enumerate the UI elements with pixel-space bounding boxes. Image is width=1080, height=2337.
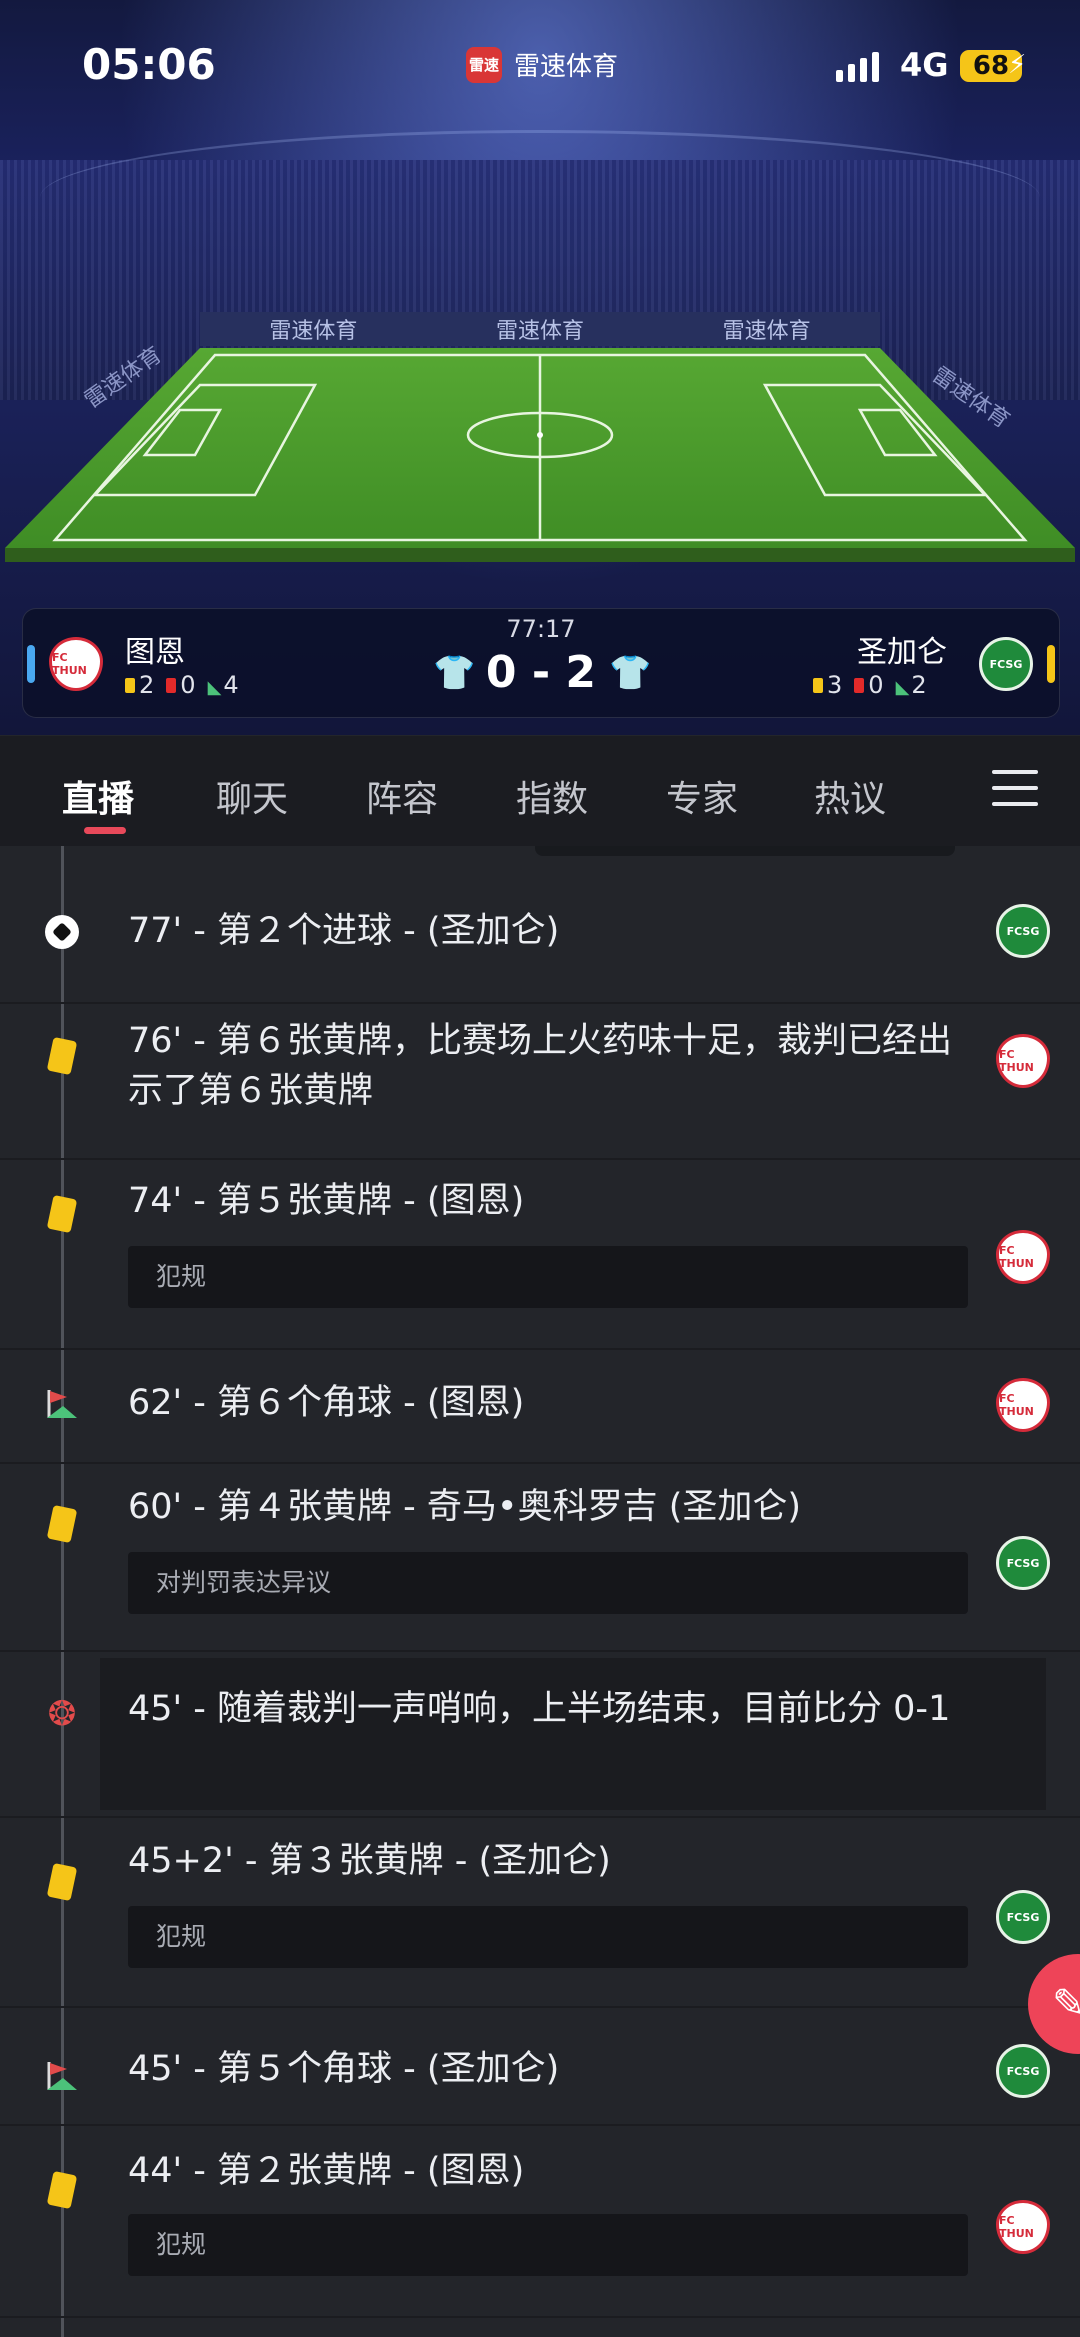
event-note: 犯规: [128, 1906, 968, 1968]
tab-live[interactable]: 直播: [62, 770, 134, 822]
away-corners: ◣2: [895, 671, 927, 699]
event-text: 76' - 第６张黄牌，比赛场上火药味十足，裁判已经出示了第６张黄牌: [128, 1021, 953, 1111]
halftime-box: [100, 1658, 1046, 1810]
event-text: 45' - 第５个角球 - (圣加仑): [128, 2049, 560, 2089]
live-events-feed[interactable]: 77' - 第２个进球 - (圣加仑) FCSG 76' - 第６张黄牌，比赛场…: [0, 846, 1080, 2337]
event-text: 45+2' - 第３张黄牌 - (圣加仑): [128, 1841, 611, 1881]
tab-experts[interactable]: 专家: [666, 770, 738, 822]
soccer-ball-icon: [44, 914, 80, 950]
away-team-name[interactable]: 圣加仑: [857, 627, 947, 671]
tab-bar: 直播 聊天 阵容 指数 专家 热议: [0, 736, 1080, 846]
status-time: 05:06: [82, 40, 216, 89]
signal-icon: [836, 52, 879, 82]
away-shirt-icon: 👕: [609, 653, 652, 693]
tab-chat[interactable]: 聊天: [216, 770, 288, 822]
football-pitch: [5, 348, 1075, 562]
event-note: 犯规: [128, 1246, 968, 1308]
event-row[interactable]: 45' - 第５个角球 - (圣加仑) FCSG: [0, 2008, 1080, 2126]
app-badge: 雷速 雷速体育: [466, 46, 618, 83]
match-scorebar[interactable]: FC THUN 图恩 2 0 ◣4 77:17 👕 0 - 2 👕 圣加仑 FC…: [22, 608, 1060, 718]
away-team-crest: FCSG: [996, 904, 1050, 958]
yellow-card-icon: [44, 1504, 80, 1544]
battery-level: 68: [972, 51, 1010, 81]
whistle-icon: ❂: [47, 1694, 77, 1734]
event-row[interactable]: 74' - 第５张黄牌 - (图恩) 犯规 FC THUN: [0, 1160, 1080, 1350]
home-team-crest: FC THUN: [996, 1034, 1050, 1088]
away-yellow-cards: 3: [813, 671, 842, 699]
app-logo: 雷速: [466, 46, 502, 83]
away-team-crest: FCSG: [996, 1536, 1050, 1590]
event-row[interactable]: ❂ 45' - 随着裁判一声哨响，上半场结束，目前比分 0-1: [0, 1652, 1080, 1818]
event-text: 44' - 第２张黄牌 - (图恩): [128, 2151, 525, 2191]
corner-flag-icon: ◣: [895, 677, 910, 698]
tab-discussion[interactable]: 热议: [814, 770, 886, 822]
away-red-cards: 0: [854, 671, 884, 699]
event-row[interactable]: 62' - 第６个角球 - (图恩) FC THUN: [0, 1350, 1080, 1464]
feed-top-stub: [535, 846, 955, 856]
event-row[interactable]: 44' - 第２张黄牌 - (图恩) 犯规 FC THUN: [0, 2126, 1080, 2318]
corner-flag-icon: [44, 2058, 80, 2094]
away-team-crest: FCSG: [996, 1890, 1050, 1944]
event-row[interactable]: 76' - 第６张黄牌，比赛场上火药味十足，裁判已经出示了第６张黄牌 FC TH…: [0, 1004, 1080, 1160]
app-name: 雷速体育: [514, 52, 619, 82]
red-card-icon: [854, 678, 865, 693]
network-type: 4G: [900, 46, 949, 84]
away-team-crest: FCSG: [996, 2044, 1050, 2098]
stadium-header: 雷速体育 雷速体育 雷速体育 雷速体育 雷速体育 05:06 雷速 雷速体育 4…: [0, 0, 1080, 735]
stadium-roof: [40, 130, 1040, 243]
home-team-crest: FC THUN: [996, 1230, 1050, 1284]
home-team-crest: FC THUN: [996, 2200, 1050, 2254]
corner-flag-icon: [44, 1386, 80, 1422]
event-row[interactable]: 60' - 第４张黄牌 - 奇马•奥科罗吉 (圣加仑) 对判罚表达异议 FCSG: [0, 1464, 1080, 1652]
menu-icon[interactable]: [992, 770, 1038, 810]
away-team-crest[interactable]: FCSG: [979, 637, 1033, 691]
event-row[interactable]: 45+2' - 第３张黄牌 - (圣加仑) 犯规 FCSG: [0, 1818, 1080, 2008]
charging-icon: ⚡: [1008, 50, 1027, 80]
event-text: 74' - 第５张黄牌 - (图恩): [128, 1181, 525, 1221]
yellow-card-icon: [813, 678, 823, 693]
event-text: 60' - 第４张黄牌 - 奇马•奥科罗吉 (圣加仑): [128, 1487, 801, 1527]
event-text: 45' - 随着裁判一声哨响，上半场结束，目前比分 0-1: [128, 1689, 951, 1729]
active-tab-indicator: [84, 827, 126, 834]
yellow-card-icon: [44, 1862, 80, 1902]
event-note: 对判罚表达异议: [128, 1552, 968, 1614]
tab-odds[interactable]: 指数: [516, 770, 588, 822]
yellow-card-icon: [44, 1036, 80, 1076]
tab-lineup[interactable]: 阵容: [366, 770, 438, 822]
edit-icon: ✎: [1052, 1981, 1080, 2027]
event-row[interactable]: 77' - 第２个进球 - (圣加仑) FCSG: [0, 890, 1080, 1004]
event-note: 犯规: [128, 2214, 968, 2276]
status-bar: 05:06 雷速 雷速体育 4G 68 ⚡: [0, 0, 1080, 120]
yellow-card-icon: [44, 1194, 80, 1234]
yellow-card-icon: [44, 2170, 80, 2210]
home-team-crest: FC THUN: [996, 1378, 1050, 1432]
away-team-stats: 3 0 ◣2: [813, 671, 927, 699]
event-text: 62' - 第６个角球 - (图恩): [128, 1383, 525, 1423]
event-text: 77' - 第２个进球 - (圣加仑): [128, 911, 560, 951]
